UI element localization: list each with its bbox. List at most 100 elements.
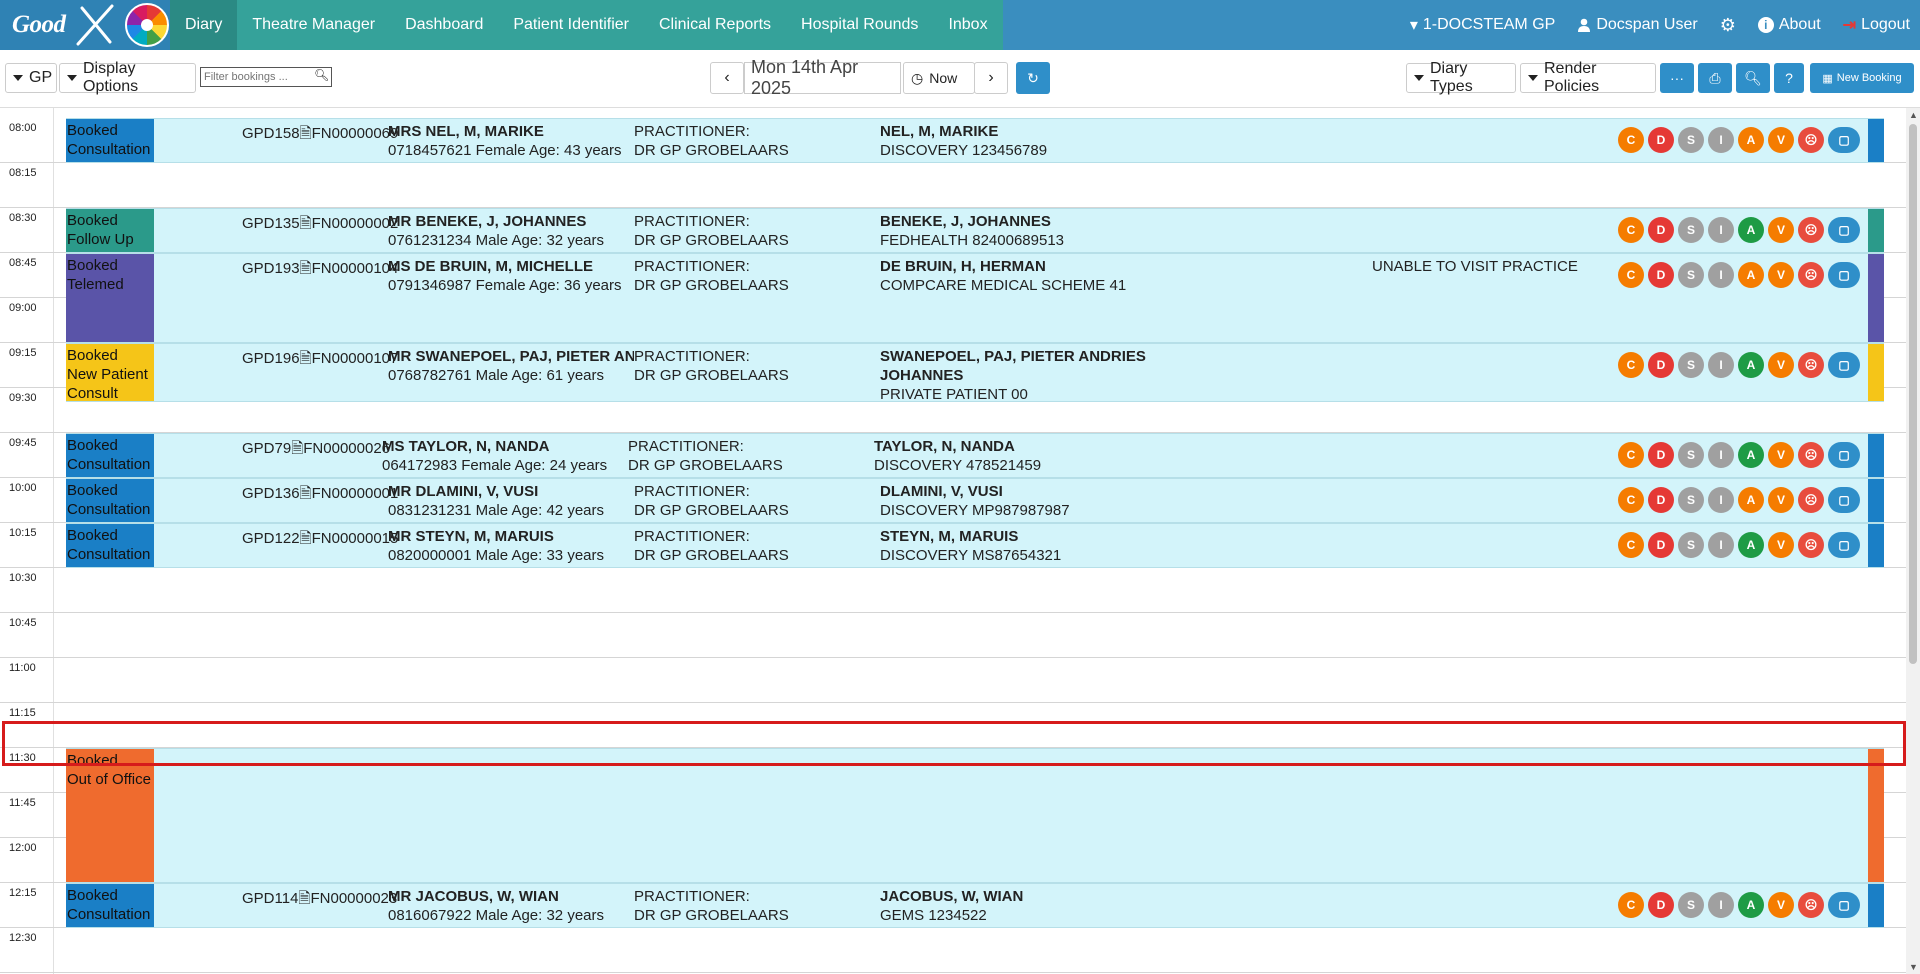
prev-day-button[interactable]: ‹ [710, 62, 744, 94]
time-slot[interactable]: 10:45 [0, 613, 1906, 658]
patient-name[interactable]: MS TAYLOR, N, NANDA [382, 438, 628, 455]
badge-s[interactable]: S [1678, 262, 1704, 288]
render-policies-dropdown[interactable]: Render Policies [1520, 60, 1656, 95]
badge-i[interactable]: I [1708, 352, 1734, 378]
time-slot[interactable]: 08:15 [0, 163, 1906, 208]
badge-i[interactable]: I [1708, 487, 1734, 513]
badge-c[interactable]: C [1618, 892, 1644, 918]
note-icon[interactable]: ▢ [1828, 442, 1860, 468]
badge-s[interactable]: S [1678, 442, 1704, 468]
note-icon[interactable]: ▢ [1828, 262, 1860, 288]
nav-diary[interactable]: Diary [170, 0, 238, 50]
booking-row[interactable]: Booked New Patient Consult GPD196🗎FN0000010… [66, 343, 1884, 402]
note-icon[interactable]: ▢ [1828, 892, 1860, 918]
diary-types-dropdown[interactable]: Diary Types [1406, 60, 1516, 95]
nav-clinical-reports[interactable]: Clinical Reports [644, 0, 786, 50]
badge-a[interactable]: A [1738, 217, 1764, 243]
badge-d[interactable]: D [1648, 262, 1674, 288]
gp-dropdown[interactable]: GP [5, 63, 57, 93]
emoji-icon[interactable]: ☹ [1798, 352, 1824, 378]
badge-a[interactable]: A [1738, 892, 1764, 918]
goodx-logo[interactable]: Good [0, 0, 170, 50]
note-icon[interactable]: ▢ [1828, 217, 1860, 243]
scrollbar[interactable]: ▲ ▼ [1906, 108, 1920, 974]
badge-v[interactable]: V [1768, 442, 1794, 468]
emoji-icon[interactable]: ☹ [1798, 127, 1824, 153]
time-slot[interactable]: 11:00 [0, 658, 1906, 703]
badge-a[interactable]: A [1738, 487, 1764, 513]
file-number[interactable]: GPD135🗎FN00000002 [242, 213, 398, 238]
filter-bookings-input[interactable] [200, 67, 332, 87]
user-menu[interactable]: Docspan User [1577, 16, 1698, 34]
booking-row[interactable]: Booked Consultation GPD158🗎FN00000069 MRS N… [66, 118, 1884, 163]
badge-a[interactable]: A [1738, 442, 1764, 468]
badge-a[interactable]: A [1738, 262, 1764, 288]
badge-i[interactable]: I [1708, 892, 1734, 918]
note-icon[interactable]: ▢ [1828, 127, 1860, 153]
badge-v[interactable]: V [1768, 217, 1794, 243]
file-number[interactable]: GPD193🗎FN00000104 [242, 258, 398, 283]
emoji-icon[interactable]: ☹ [1798, 487, 1824, 513]
badge-d[interactable]: D [1648, 217, 1674, 243]
badge-d[interactable]: D [1648, 352, 1674, 378]
nav-theatre-manager[interactable]: Theatre Manager [237, 0, 390, 50]
booking-row[interactable]: Booked Consultation GPD136🗎FN00000001 MR DL… [66, 478, 1884, 523]
time-slot[interactable]: 12:30 [0, 928, 1906, 973]
badge-s[interactable]: S [1678, 217, 1704, 243]
badge-a[interactable]: A [1738, 532, 1764, 558]
settings-button[interactable]: ⚙ [1720, 15, 1736, 36]
patient-name[interactable]: MR BENEKE, J, JOHANNES [388, 213, 634, 230]
patient-name[interactable]: MR STEYN, M, MARUIS [388, 528, 634, 545]
emoji-icon[interactable]: ☹ [1798, 532, 1824, 558]
emoji-icon[interactable]: ☹ [1798, 217, 1824, 243]
emoji-icon[interactable]: ☹ [1798, 262, 1824, 288]
badge-d[interactable]: D [1648, 442, 1674, 468]
patient-name[interactable]: MRS NEL, M, MARIKE [388, 123, 634, 140]
display-options-dropdown[interactable]: Display Options [59, 60, 196, 95]
file-number[interactable]: GPD136🗎FN00000001 [242, 483, 398, 508]
booking-row[interactable]: Booked Consultation GPD122🗎FN00000015 MR ST… [66, 523, 1884, 568]
badge-s[interactable]: S [1678, 127, 1704, 153]
badge-s[interactable]: S [1678, 487, 1704, 513]
logout-link[interactable]: ⇥ Logout [1843, 15, 1910, 35]
next-day-button[interactable]: › [974, 62, 1008, 94]
practice-dropdown[interactable]: ▾ 1-DOCSTEAM GP [1410, 15, 1556, 35]
badge-i[interactable]: I [1708, 262, 1734, 288]
badge-d[interactable]: D [1648, 892, 1674, 918]
badge-i[interactable]: I [1708, 532, 1734, 558]
patient-name[interactable]: MS DE BRUIN, M, MICHELLE [388, 258, 634, 275]
badge-a[interactable]: A [1738, 352, 1764, 378]
badge-v[interactable]: V [1768, 262, 1794, 288]
emoji-icon[interactable]: ☹ [1798, 892, 1824, 918]
file-number[interactable]: GPD196🗎FN00000107 [242, 348, 398, 373]
patient-name[interactable]: MR DLAMINI, V, VUSI [388, 483, 634, 500]
badge-a[interactable]: A [1738, 127, 1764, 153]
badge-c[interactable]: C [1618, 217, 1644, 243]
badge-i[interactable]: I [1708, 217, 1734, 243]
more-button[interactable]: ··· [1660, 63, 1694, 93]
badge-d[interactable]: D [1648, 487, 1674, 513]
badge-s[interactable]: S [1678, 532, 1704, 558]
badge-v[interactable]: V [1768, 532, 1794, 558]
file-number[interactable]: GPD79🗎FN00000026 [242, 438, 390, 463]
badge-c[interactable]: C [1618, 532, 1644, 558]
print-button[interactable]: ⎙ [1698, 63, 1732, 93]
nav-hospital-rounds[interactable]: Hospital Rounds [786, 0, 933, 50]
time-slot[interactable]: 10:30 [0, 568, 1906, 613]
badge-d[interactable]: D [1648, 532, 1674, 558]
scrollbar-thumb[interactable] [1909, 124, 1917, 664]
badge-v[interactable]: V [1768, 487, 1794, 513]
patient-name[interactable]: MR JACOBUS, W, WIAN [388, 888, 634, 905]
booking-row[interactable]: Booked Consultation GPD114🗎FN00000023 MR JA… [66, 883, 1884, 928]
emoji-icon[interactable]: ☹ [1798, 442, 1824, 468]
file-number[interactable]: GPD158🗎FN00000069 [242, 123, 398, 148]
badge-s[interactable]: S [1678, 352, 1704, 378]
selected-slot[interactable] [2, 721, 1906, 766]
badge-v[interactable]: V [1768, 892, 1794, 918]
booking-row[interactable]: Booked Follow Up GPD135🗎FN00000002 MR BENEK… [66, 208, 1884, 253]
booking-row[interactable]: Booked Out of Office [66, 748, 1884, 883]
file-number[interactable]: GPD114🗎FN00000023 [242, 888, 397, 913]
nav-dashboard[interactable]: Dashboard [390, 0, 498, 50]
booking-row[interactable]: Booked Consultation GPD79🗎FN00000026 MS TAY… [66, 433, 1884, 478]
note-icon[interactable]: ▢ [1828, 532, 1860, 558]
